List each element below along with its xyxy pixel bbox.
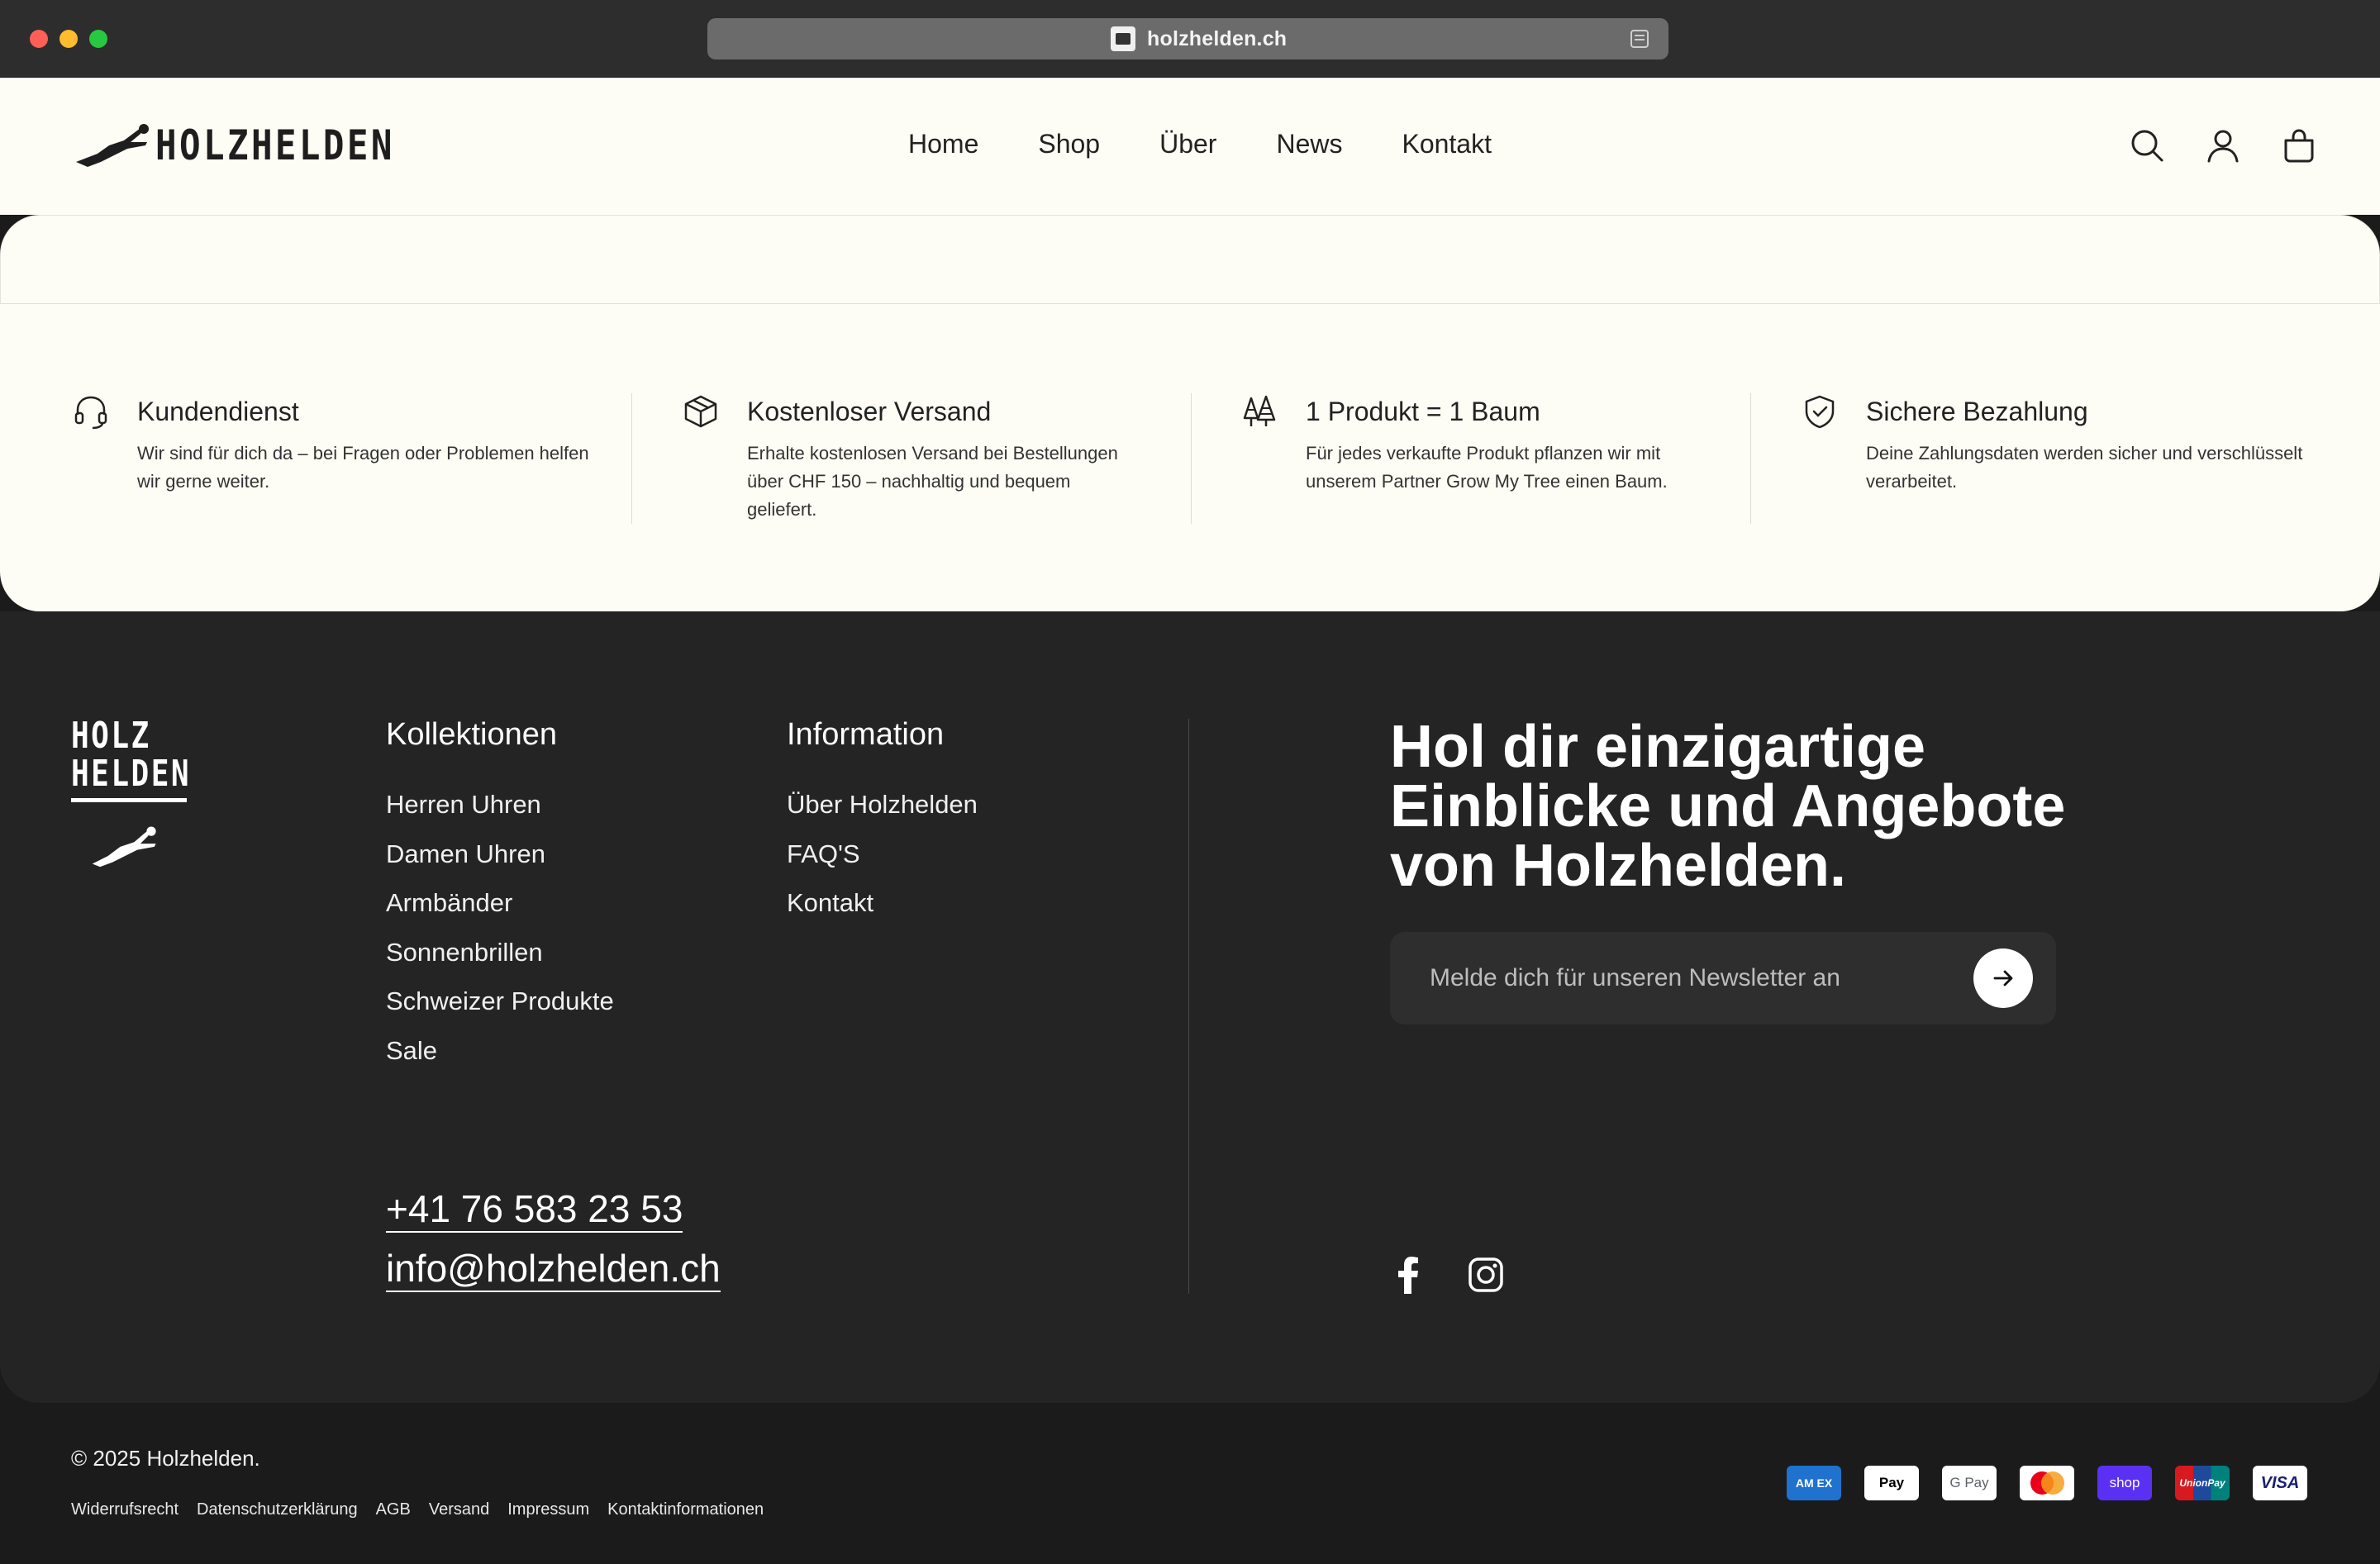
address-bar-url: holzhelden.ch — [1147, 27, 1288, 50]
nav-shop[interactable]: Shop — [1038, 129, 1100, 159]
collections-title: Kollektionen — [386, 717, 558, 752]
site-favicon-icon — [1111, 26, 1135, 51]
legal-links: Widerrufsrecht Datenschutzerklärung AGB … — [71, 1500, 764, 1519]
feature-divider — [631, 393, 632, 524]
site-footer: HOLZ HELDEN Kollektionen Herren Uhren Da… — [0, 611, 2380, 1403]
feature-text: Wir sind für dich da – bei Fragen oder P… — [137, 443, 589, 492]
feature-text: Erhalte kostenlosen Versand bei Bestellu… — [747, 443, 1118, 520]
newsletter-headline: Hol dir einzigartige Einblicke und Angeb… — [1390, 714, 2066, 899]
main-nav: Home Shop Über News Kontakt — [908, 129, 1492, 159]
feature-divider — [1191, 393, 1192, 524]
bottom-bar: © 2025 Holzhelden. Widerrufsrecht Datens… — [0, 1403, 2380, 1564]
collections-list: Herren Uhren Damen Uhren Armbänder Sonne… — [386, 788, 614, 1083]
footer-divider — [1188, 719, 1189, 1294]
facebook-link[interactable] — [1390, 1254, 1426, 1300]
google-pay-icon: G Pay — [1942, 1466, 1997, 1500]
information-title: Information — [787, 717, 945, 752]
logo-wordmark: HOLZHELDEN — [155, 121, 395, 169]
collections-link[interactable]: Armbänder — [386, 887, 614, 936]
maximize-window-button[interactable] — [89, 30, 107, 48]
nav-home[interactable]: Home — [908, 129, 978, 159]
header-actions — [2129, 127, 2317, 164]
collections-link[interactable]: Sale — [386, 1034, 614, 1084]
visa-icon: VISA — [2253, 1466, 2307, 1500]
information-link[interactable]: Über Holzhelden — [787, 788, 978, 838]
feature-divider — [1750, 393, 1751, 524]
feature-title: Sichere Bezahlung — [1866, 397, 2088, 426]
nav-news[interactable]: News — [1276, 129, 1342, 159]
footer-logo-line: HOLZ — [71, 715, 151, 757]
information-list: Über Holzhelden FAQ'S Kontakt — [787, 788, 978, 936]
reader-mode-icon[interactable] — [1630, 30, 1649, 48]
contact-phone-link[interactable]: +41 76 583 23 53 — [386, 1186, 683, 1233]
shield-check-icon — [1805, 395, 1835, 429]
feature-title: Kostenloser Versand — [747, 397, 992, 426]
legal-link-privacy[interactable]: Datenschutzerklärung — [197, 1500, 358, 1519]
footer-logo[interactable]: HOLZ HELDEN — [71, 715, 192, 874]
information-link[interactable]: FAQ'S — [787, 838, 978, 887]
feature-text: Für jedes verkaufte Produkt pflanzen wir… — [1306, 443, 1668, 492]
apple-pay-icon: Pay — [1864, 1466, 1919, 1500]
legal-link-imprint[interactable]: Impressum — [507, 1500, 589, 1519]
legal-link-contact-info[interactable]: Kontaktinformationen — [607, 1500, 764, 1519]
minimize-window-button[interactable] — [60, 30, 78, 48]
mastercard-icon — [2020, 1466, 2074, 1500]
trees-icon — [1243, 395, 1276, 426]
instagram-icon — [1468, 1257, 1503, 1292]
site-logo[interactable]: HOLZHELDEN — [73, 121, 437, 170]
collections-link[interactable]: Damen Uhren — [386, 838, 614, 887]
legal-link-shipping[interactable]: Versand — [429, 1500, 489, 1519]
content-band — [0, 215, 2380, 304]
legal-link-withdrawal[interactable]: Widerrufsrecht — [71, 1500, 178, 1519]
collections-link[interactable]: Herren Uhren — [386, 788, 614, 838]
site-header: HOLZHELDEN Home Shop Über News Kontakt — [0, 78, 2380, 215]
information-link[interactable]: Kontakt — [787, 887, 978, 936]
copyright-text: © 2025 Holzhelden. — [71, 1446, 260, 1471]
facebook-icon — [1398, 1257, 1418, 1294]
arrow-right-icon — [1993, 970, 2013, 986]
address-bar[interactable]: holzhelden.ch — [707, 18, 1668, 59]
account-icon[interactable] — [2205, 127, 2241, 164]
newsletter-form — [1390, 932, 2056, 1024]
unionpay-icon: UnionPay — [2175, 1466, 2230, 1500]
browser-chrome: holzhelden.ch — [0, 0, 2380, 78]
package-icon — [684, 395, 717, 428]
close-window-button[interactable] — [30, 30, 48, 48]
contact-email-link[interactable]: info@holzhelden.ch — [386, 1246, 721, 1292]
feature-title: Kundendienst — [137, 397, 299, 426]
instagram-link[interactable] — [1468, 1254, 1504, 1300]
headset-icon — [74, 396, 107, 430]
amex-icon: AM EX — [1787, 1466, 1841, 1500]
legal-link-terms[interactable]: AGB — [376, 1500, 411, 1519]
features-section: Kundendienst Wir sind für dich da – bei … — [0, 304, 2380, 611]
feature-text: Deine Zahlungsdaten werden sicher und ve… — [1866, 443, 2303, 492]
nav-contact[interactable]: Kontakt — [1402, 129, 1492, 159]
footer-logo-line: HELDEN — [71, 753, 192, 795]
footer-logo-bar — [71, 798, 187, 802]
cart-icon[interactable] — [2281, 127, 2317, 164]
nav-about[interactable]: Über — [1159, 129, 1216, 159]
shop-pay-icon: shop — [2097, 1466, 2152, 1500]
flying-hero-logo-icon — [92, 826, 156, 868]
newsletter-email-input[interactable] — [1430, 958, 1959, 998]
search-icon[interactable] — [2129, 127, 2165, 164]
payment-methods: AM EX Pay G Pay shop UnionPay VISA — [1787, 1466, 2307, 1500]
feature-title: 1 Produkt = 1 Baum — [1306, 397, 1540, 426]
newsletter-submit-button[interactable] — [1973, 948, 2033, 1008]
collections-link[interactable]: Schweizer Produkte — [386, 985, 614, 1034]
collections-link[interactable]: Sonnenbrillen — [386, 936, 614, 986]
flying-hero-logo-icon — [76, 124, 149, 167]
